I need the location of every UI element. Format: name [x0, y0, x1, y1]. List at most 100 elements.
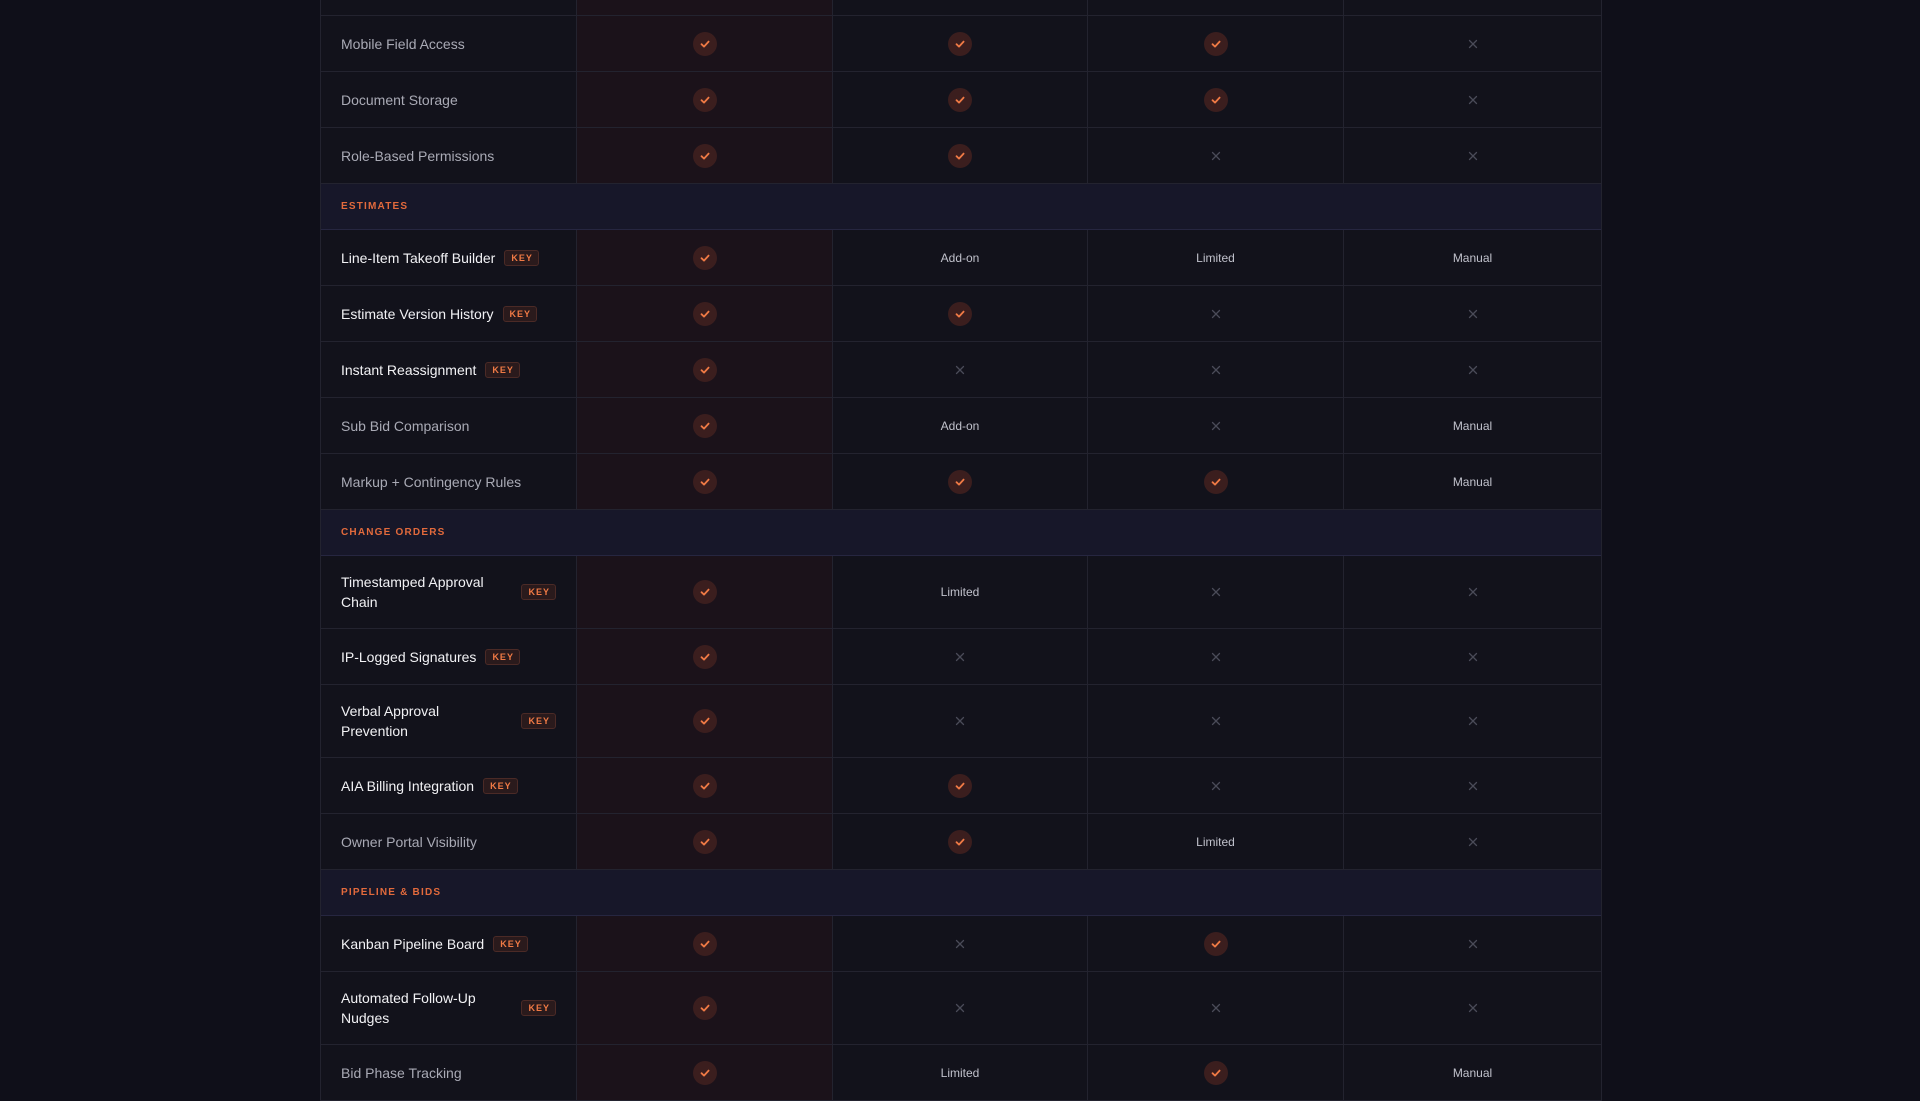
check-icon	[692, 996, 717, 1020]
key-badge: KEY	[483, 777, 518, 794]
feature-name: Owner Portal Visibility	[341, 833, 477, 850]
plan-cell	[1344, 16, 1601, 71]
key-badge: KEY	[521, 1000, 556, 1016]
check-icon	[692, 143, 717, 168]
feature-name-cell: Sub Bid Comparison	[321, 398, 577, 453]
plan-cell	[1344, 972, 1601, 1044]
section-header: CHANGE ORDERS	[321, 510, 1601, 556]
feature-name: Document Storage	[341, 91, 458, 108]
cross-icon	[1467, 38, 1479, 50]
plan-cell	[833, 128, 1088, 183]
plan-cell	[1088, 72, 1344, 127]
feature-name: Line-Item Takeoff Builder	[341, 249, 496, 266]
table-row: Markup + Contingency Rules Manual	[321, 454, 1601, 510]
plan-cell-text: Limited	[940, 1065, 980, 1080]
check-icon	[692, 644, 717, 669]
plan-cell	[1088, 556, 1344, 628]
plan-cell	[1344, 128, 1601, 183]
plan-cell-text: Manual	[1452, 250, 1493, 265]
plan-cell	[1088, 758, 1344, 813]
cross-icon	[1210, 420, 1222, 432]
feature-name-cell: Role-Based Permissions	[321, 128, 577, 183]
plan-cell	[833, 72, 1088, 127]
plan-cell-text: Add-on	[940, 250, 980, 265]
check-icon	[692, 829, 717, 854]
plan-cell	[577, 398, 833, 453]
plan-cell: Manual	[1344, 1045, 1601, 1100]
feature-name-cell: IP-Logged Signatures KEY	[321, 629, 577, 684]
key-badge: KEY	[485, 648, 520, 665]
check-icon	[948, 829, 972, 854]
cross-icon	[1210, 780, 1222, 792]
check-icon	[948, 31, 972, 56]
plan-cell-text: Add-on	[940, 418, 980, 433]
plan-cell-text: Limited	[940, 585, 980, 599]
plan-cell	[1344, 72, 1601, 127]
check-icon	[948, 773, 972, 798]
feature-name-cell: AIA Billing Integration KEY	[321, 758, 577, 813]
feature-comparison-table: Mobile Field Access Document Storage Role-…	[320, 0, 1602, 1101]
plan-cell	[833, 758, 1088, 813]
plan-cell	[1088, 685, 1344, 757]
table-row: Line-Item Takeoff Builder KEY Add-on Limite…	[321, 230, 1601, 286]
plan-cell	[577, 556, 833, 628]
plan-cell: Limited	[1088, 230, 1344, 285]
feature-name-cell: Markup + Contingency Rules	[321, 454, 577, 509]
plan-cell	[577, 128, 833, 183]
plan-cell	[1088, 1045, 1344, 1100]
plan-cell-text: Manual	[1452, 474, 1493, 489]
feature-name-cell: Owner Portal Visibility	[321, 814, 577, 869]
check-icon	[1203, 87, 1228, 112]
plan-cell	[1344, 814, 1601, 869]
plan-cell	[833, 916, 1088, 971]
feature-name: Mobile Field Access	[341, 35, 465, 52]
check-icon	[1203, 31, 1228, 56]
plan-cell: Manual	[1344, 230, 1601, 285]
plan-cell	[833, 342, 1088, 397]
cross-icon	[1467, 1002, 1479, 1014]
table-row: Bid Phase Tracking Limited Manual	[321, 1045, 1601, 1101]
feature-name: AIA Billing Integration	[341, 777, 475, 794]
feature-name-cell: Timestamped Approval Chain KEY	[321, 556, 577, 628]
feature-name: IP-Logged Signatures	[341, 648, 477, 665]
plan-cell	[577, 230, 833, 285]
plan-cell: Manual	[1344, 454, 1601, 509]
cross-icon	[1467, 836, 1479, 848]
cross-icon	[954, 364, 966, 376]
key-badge: KEY	[502, 305, 538, 322]
table-row: Estimate Version History KEY	[321, 286, 1601, 342]
table-row: Automated Follow-Up Nudges KEY	[321, 972, 1601, 1045]
section-header: PIPELINE & BIDS	[321, 870, 1601, 916]
plan-cell	[1344, 342, 1601, 397]
feature-name: Role-Based Permissions	[341, 147, 495, 164]
plan-cell	[1344, 916, 1601, 971]
plan-cell	[1088, 629, 1344, 684]
feature-name-cell: Instant Reassignment KEY	[321, 342, 577, 397]
plan-cell	[1344, 556, 1601, 628]
check-icon	[692, 580, 717, 604]
cross-icon	[954, 715, 966, 727]
plan-cell	[577, 629, 833, 684]
feature-name: Instant Reassignment	[341, 361, 477, 378]
plan-cell	[1088, 128, 1344, 183]
plan-cell	[577, 286, 833, 341]
table-row: Kanban Pipeline Board KEY	[321, 916, 1601, 972]
table-row: Owner Portal Visibility Limited	[321, 814, 1601, 870]
feature-name-cell: Mobile Field Access	[321, 16, 577, 71]
plan-cell	[1088, 972, 1344, 1044]
plan-cell	[577, 814, 833, 869]
plan-cell	[833, 972, 1088, 1044]
plan-cell: Limited	[833, 556, 1088, 628]
plan-cell	[577, 72, 833, 127]
plan-cell	[577, 16, 833, 71]
table-row: Verbal Approval Prevention KEY	[321, 685, 1601, 758]
table-row: Role-Based Permissions	[321, 128, 1601, 184]
table-row: Document Storage	[321, 72, 1601, 128]
table-row: IP-Logged Signatures KEY	[321, 629, 1601, 685]
cross-icon	[1467, 651, 1479, 663]
cross-icon	[1467, 364, 1479, 376]
plan-cell	[1088, 398, 1344, 453]
cross-icon	[954, 1002, 966, 1014]
plan-cell-text: Limited	[1196, 250, 1235, 265]
table-row: Mobile Field Access	[321, 16, 1601, 72]
